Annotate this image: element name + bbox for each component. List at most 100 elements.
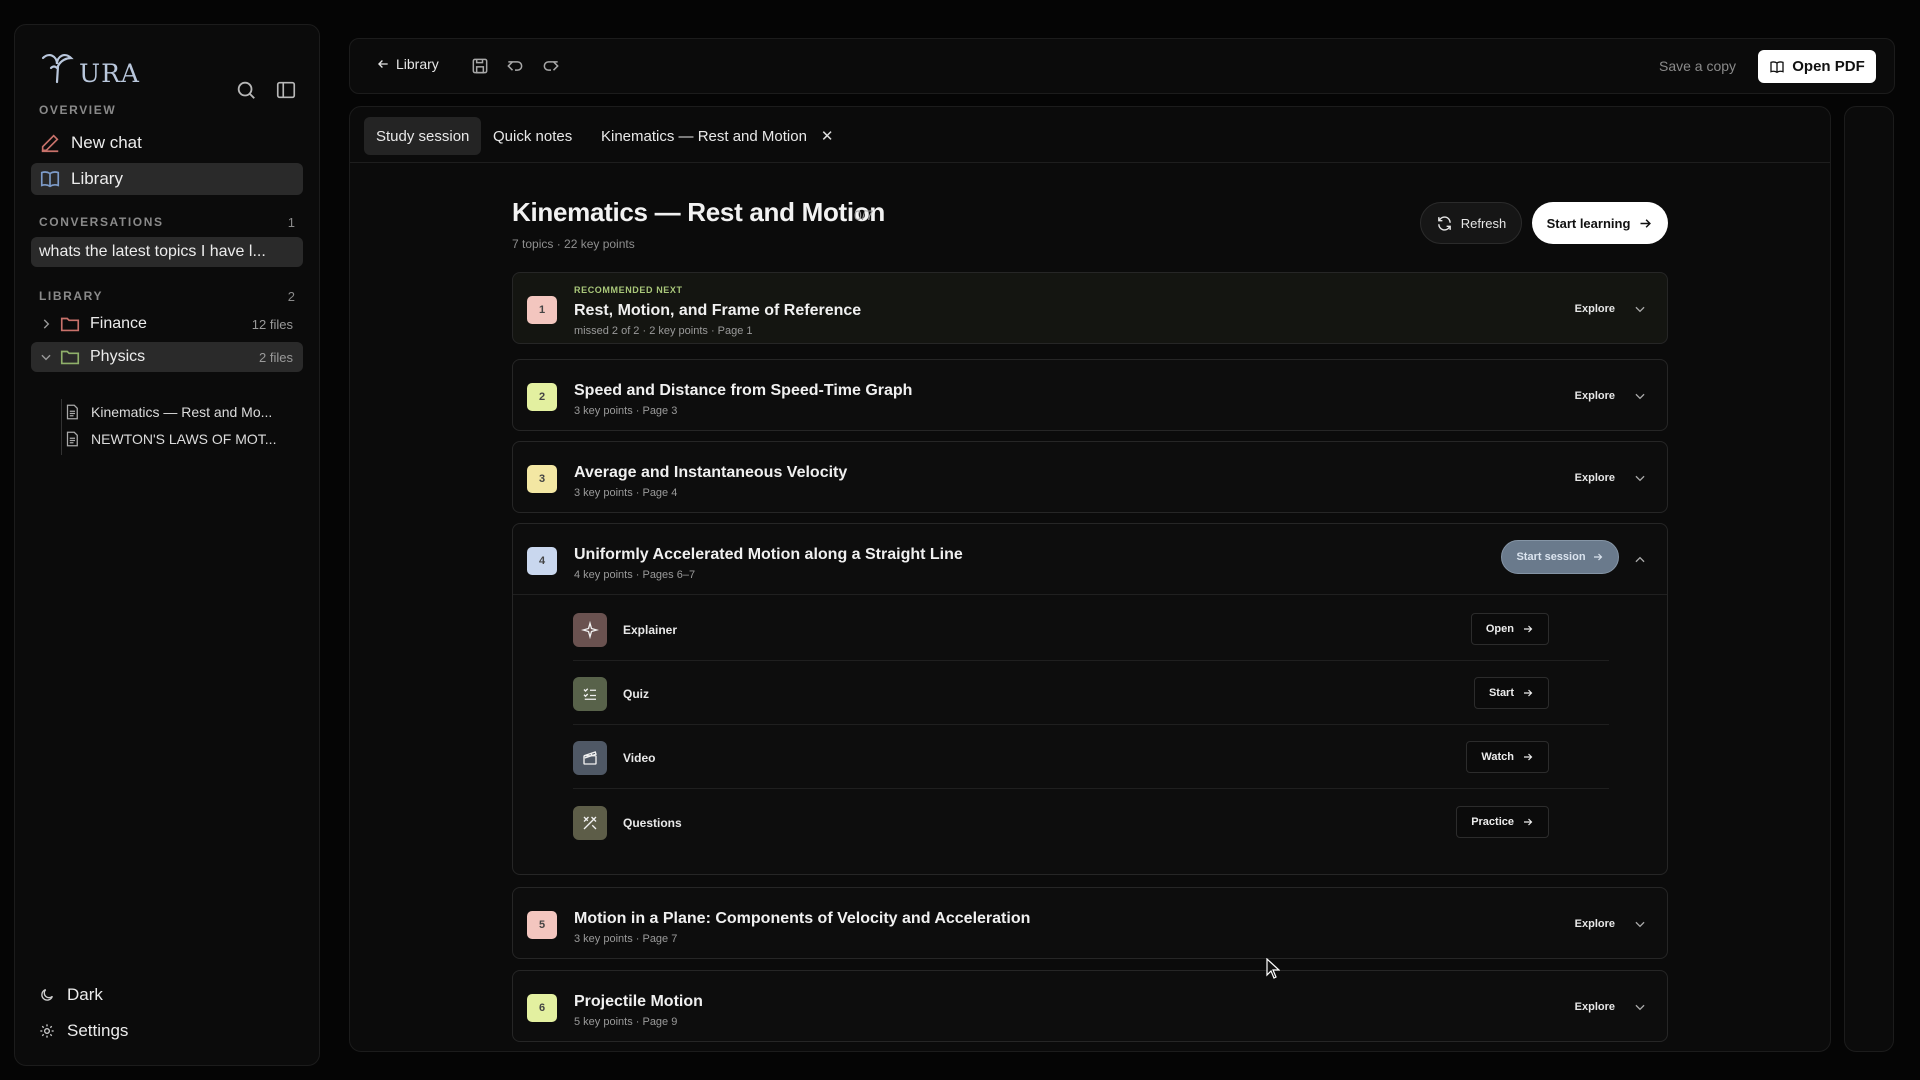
topic-subtitle: 5 key points · Page 9 <box>574 1016 678 1028</box>
topic-number: 5 <box>527 911 557 939</box>
settings-item[interactable]: Settings <box>39 1021 128 1041</box>
activity-row-quiz[interactable]: Quiz Start <box>573 661 1609 725</box>
page-title: Kinematics — Rest and Motion <box>512 197 885 227</box>
explore-button[interactable]: Explore <box>1575 1001 1615 1013</box>
topic-title: Average and Instantaneous Velocity <box>574 464 848 481</box>
topic-card[interactable]: 3 Average and Instantaneous Velocity 3 k… <box>512 441 1668 513</box>
folder-count: 12 files <box>251 316 293 332</box>
start-session-button[interactable]: Start session <box>1501 540 1619 574</box>
topic-card[interactable]: 6 Projectile Motion 5 key points · Page … <box>512 970 1668 1042</box>
chevron-up-icon[interactable] <box>1633 553 1647 567</box>
new-chat-item[interactable]: New chat <box>31 127 303 159</box>
start-learning-label: Start learning <box>1546 215 1631 231</box>
open-pdf-button[interactable]: Open PDF <box>1758 50 1876 83</box>
explore-button[interactable]: Explore <box>1575 472 1615 484</box>
tab-study-session[interactable]: Study session <box>364 117 482 155</box>
chevron-down-icon[interactable] <box>1633 302 1647 316</box>
save-copy-button[interactable]: Save a copy <box>1659 58 1736 74</box>
conversation-item[interactable]: whats the latest topics I have l... <box>31 237 303 267</box>
activity-row-explainer[interactable]: Explainer Open <box>573 597 1609 661</box>
chevron-down-icon[interactable] <box>1633 471 1647 485</box>
topic-title: Rest, Motion, and Frame of Reference <box>574 302 862 319</box>
activity-label: Explainer <box>623 623 678 637</box>
tab-label: Kinematics — Rest and Motion <box>601 127 807 145</box>
explore-button[interactable]: Explore <box>1575 303 1615 315</box>
search-icon[interactable] <box>235 79 257 101</box>
chevron-down-icon[interactable] <box>39 350 53 364</box>
redo-icon[interactable] <box>541 56 561 76</box>
right-rail <box>1844 106 1894 1052</box>
tab-quick-notes[interactable]: Quick notes <box>481 117 584 155</box>
arrow-right-icon <box>1524 689 1533 697</box>
start-button[interactable]: Start <box>1473 677 1549 709</box>
app-name: URA <box>79 59 140 88</box>
activity-row-video[interactable]: Video Watch <box>573 725 1609 789</box>
library-section-label: LIBRARY <box>39 289 104 303</box>
gear-icon <box>40 1024 54 1038</box>
save-icon[interactable] <box>470 56 490 76</box>
folder-finance[interactable]: Finance 12 files <box>31 309 303 339</box>
undo-icon[interactable] <box>505 56 525 76</box>
sidebar: URA OVERVIEW New chat Library CONVERSATI… <box>14 24 320 1066</box>
activity-label: Questions <box>623 816 682 830</box>
folder-icon <box>60 317 80 332</box>
new-chat-label: New chat <box>71 133 142 152</box>
file-name: Kinematics — Rest and Mo... <box>91 404 273 420</box>
book-open-icon <box>1770 60 1784 73</box>
topic-card-expanded[interactable]: 4 Uniformly Accelerated Motion along a S… <box>512 523 1668 875</box>
document-icon <box>66 404 78 420</box>
close-tab-icon[interactable]: ✕ <box>821 127 834 145</box>
start-session-label: Start session <box>1516 551 1586 563</box>
chevron-down-icon[interactable] <box>1633 1000 1647 1014</box>
dark-mode-toggle[interactable]: Dark <box>39 985 103 1005</box>
chevron-down-icon[interactable] <box>1633 917 1647 931</box>
tab-bar: Study session Quick notes Kinematics — R… <box>350 107 1830 163</box>
topic-title: Projectile Motion <box>574 993 703 1010</box>
back-to-library-button[interactable]: Library <box>376 56 439 72</box>
topic-subtitle: 3 key points · Page 3 <box>574 405 678 417</box>
chevron-right-icon[interactable] <box>39 317 53 331</box>
moon-icon <box>41 989 53 1001</box>
topic-card[interactable]: 5 Motion in a Plane: Components of Veloc… <box>512 887 1668 959</box>
watch-button[interactable]: Watch <box>1466 741 1549 773</box>
arrow-right-icon <box>1640 218 1652 228</box>
topic-card[interactable]: 1 RECOMMENDED NEXT Rest, Motion, and Fra… <box>512 272 1668 344</box>
explore-button[interactable]: Explore <box>1575 918 1615 930</box>
open-button[interactable]: Open <box>1470 613 1549 645</box>
arrow-right-icon <box>1524 818 1533 826</box>
file-name: NEWTON'S LAWS OF MOT... <box>91 431 277 447</box>
topic-number: 4 <box>527 547 557 575</box>
pencil-icon <box>41 134 59 153</box>
library-label: Library <box>71 169 123 188</box>
library-item[interactable]: Library <box>31 163 303 195</box>
app-logo[interactable]: URA <box>37 47 140 88</box>
button-label: Practice <box>1471 816 1514 828</box>
document-meta: 7 topics · 22 key points <box>512 237 635 251</box>
topic-number: 1 <box>527 296 557 324</box>
book-icon <box>40 171 60 188</box>
open-pdf-label: Open PDF <box>1792 58 1865 75</box>
dark-label: Dark <box>67 985 103 1004</box>
top-bar: Library Save a copy Open PDF <box>349 38 1895 94</box>
explore-button[interactable]: Explore <box>1575 390 1615 402</box>
file-item[interactable]: NEWTON'S LAWS OF MOT... <box>63 426 293 452</box>
topic-title: Motion in a Plane: Components of Velocit… <box>574 910 1031 927</box>
mouse-cursor-icon <box>1266 958 1280 979</box>
topic-card[interactable]: 2 Speed and Distance from Speed-Time Gra… <box>512 359 1668 431</box>
refresh-button[interactable]: Refresh <box>1420 202 1522 244</box>
library-count: 2 <box>287 289 295 304</box>
chevron-down-icon[interactable] <box>1633 389 1647 403</box>
divider <box>513 594 1667 595</box>
overview-label: OVERVIEW <box>39 103 117 117</box>
start-learning-button[interactable]: Start learning <box>1532 202 1668 244</box>
topic-number: 3 <box>527 465 557 493</box>
arrow-right-icon <box>1524 753 1533 761</box>
refresh-label: Refresh <box>1460 215 1507 231</box>
arrow-right-icon <box>1524 625 1533 633</box>
sidebar-toggle-icon[interactable] <box>275 79 297 101</box>
file-item[interactable]: Kinematics — Rest and Mo... <box>63 399 293 425</box>
practice-button[interactable]: Practice <box>1456 806 1549 838</box>
activity-row-questions[interactable]: Questions Practice <box>573 790 1609 854</box>
tab-kinematics[interactable]: Kinematics — Rest and Motion ✕ <box>589 117 846 155</box>
folder-physics[interactable]: Physics 2 files <box>31 342 303 372</box>
